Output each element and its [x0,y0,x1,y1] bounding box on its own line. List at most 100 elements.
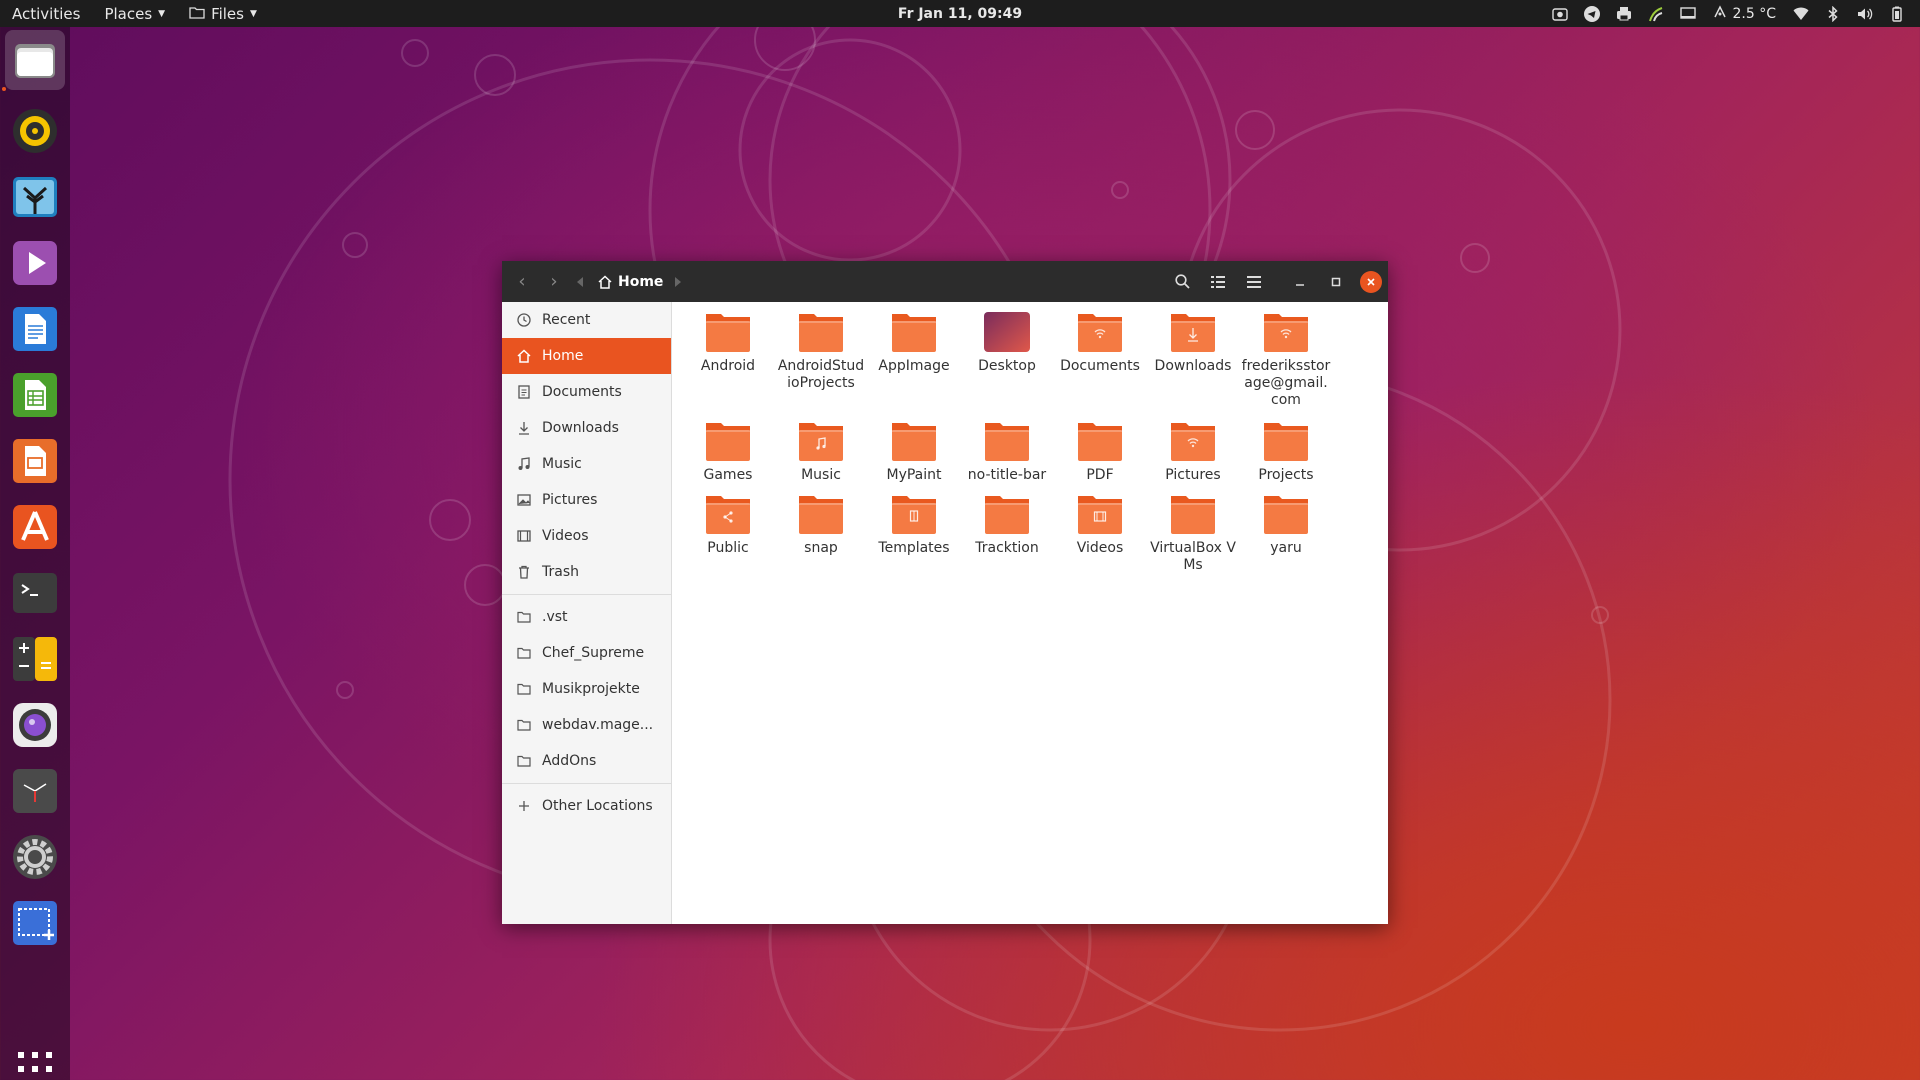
dock-shotwell[interactable] [11,173,59,221]
camera-lens-icon [13,703,57,747]
folder-icon [1168,310,1218,354]
file-item[interactable]: AndroidStudioProjects [776,310,866,392]
file-item[interactable]: yaru [1241,492,1331,557]
sidebar-item-downloads[interactable]: Downloads [502,410,671,446]
dock-software[interactable] [11,503,59,551]
file-item[interactable]: Games [683,419,773,484]
dock-calculator[interactable] [11,635,59,683]
battery-icon[interactable] [1882,0,1912,27]
dock-videos[interactable] [11,239,59,287]
file-item[interactable]: Tracktion [962,492,1052,557]
file-label: Music [801,467,841,483]
dock-writer[interactable] [11,305,59,353]
sidebar-bookmark-addons[interactable]: AddOns [502,743,671,779]
dock-calc[interactable] [11,371,59,419]
file-item[interactable]: Public [683,492,773,557]
maximize-button[interactable] [1320,266,1352,298]
file-item[interactable]: Videos [1055,492,1145,557]
file-item[interactable]: Android [683,310,773,375]
dock-screenshot-tool[interactable] [11,701,59,749]
sidebar-item-trash[interactable]: Trash [502,554,671,590]
file-item[interactable]: snap [776,492,866,557]
folder-icon [516,681,532,697]
file-grid: Android AndroidStudioProjects AppImage Desk… [673,302,1388,924]
system-tray: 2.5 °C [1545,0,1913,27]
menu-button[interactable] [1238,266,1270,298]
places-label: Places [104,4,153,23]
minimize-button[interactable] [1284,266,1316,298]
sidebar-item-music[interactable]: Music [502,446,671,482]
file-item[interactable]: Desktop [962,310,1052,375]
places-menu[interactable]: Places ▼ [92,0,177,27]
sidebar-item-label: Trash [542,564,579,580]
file-item[interactable]: Documents [1055,310,1145,375]
bluetooth-icon[interactable] [1818,0,1848,27]
sidebar-item-label: Home [542,348,584,364]
sidebar-item-label: Downloads [542,420,619,436]
folder-icon [1075,419,1125,463]
wifi-icon[interactable] [1786,0,1816,27]
folder-icon [1075,492,1125,536]
dock-files[interactable] [5,30,65,90]
settings-icon [13,835,57,879]
close-button[interactable] [1360,270,1382,293]
search-button[interactable] [1166,266,1198,298]
dock-terminal[interactable] [11,569,59,617]
forward-button[interactable]: › [538,261,570,302]
file-item[interactable]: no-title-bar [962,419,1052,484]
telegram-icon[interactable] [1577,0,1607,27]
file-label: Android [700,358,756,374]
weather-indicator[interactable]: 2.5 °C [1705,4,1785,23]
dock-impress[interactable] [11,437,59,485]
dock-screen-selector[interactable] [11,899,59,947]
sidebar-bookmark-musikprojekte[interactable]: Musikprojekte [502,671,671,707]
sidebar-item-pictures[interactable]: Pictures [502,482,671,518]
sidebar-bookmark-webdav[interactable]: webdav.mage... [502,707,671,743]
activities-button[interactable]: Activities [0,0,92,27]
file-item[interactable]: VirtualBox VMs [1148,492,1238,574]
file-item[interactable]: frederiksstorage@gmail.com [1241,310,1331,409]
files-app-menu[interactable]: Files ▼ [177,0,269,27]
file-item[interactable]: Music [776,419,866,484]
files-app-icon [15,44,55,78]
arrow-left-icon [577,276,583,287]
sidebar-item-videos[interactable]: Videos [502,518,671,554]
display-icon[interactable] [1673,0,1703,27]
sidebar-bookmark-vst[interactable]: .vst [502,599,671,635]
path-right-arrow[interactable] [663,261,693,302]
dock-clock[interactable] [11,767,59,815]
video-icon [516,528,532,544]
file-item[interactable]: AppImage [869,310,959,375]
file-item[interactable]: Projects [1241,419,1331,484]
sidebar-other-locations[interactable]: Other Locations [502,788,671,824]
calc-icon [13,373,57,417]
file-label: VirtualBox VMs [1150,540,1236,573]
sidebar-bookmark-chef-supreme[interactable]: Chef_Supreme [502,635,671,671]
sidebar-item-documents[interactable]: Documents [502,374,671,410]
path-home-button[interactable]: Home [598,274,663,290]
back-button[interactable]: ‹ [506,261,538,302]
impress-icon [13,439,57,483]
home-icon [516,348,532,364]
printer-icon[interactable] [1609,0,1639,27]
file-item[interactable]: Downloads [1148,310,1238,375]
file-label: MyPaint [886,467,942,483]
file-item[interactable]: Templates [869,492,959,557]
file-item[interactable]: MyPaint [869,419,959,484]
dock-rhythmbox[interactable] [11,107,59,155]
file-label: Documents [1060,358,1140,374]
file-label: Desktop [978,358,1036,374]
dock-settings[interactable] [11,833,59,881]
clock[interactable]: Fr Jan 11, 09:49 [886,0,1034,27]
path-left-arrow[interactable] [570,261,590,302]
screenshot-icon[interactable] [1545,0,1575,27]
signal-icon[interactable] [1641,0,1671,27]
volume-icon[interactable] [1850,0,1880,27]
sidebar-item-home[interactable]: Home [502,338,671,374]
sidebar-item-recent[interactable]: Recent [502,302,671,338]
file-item[interactable]: Pictures [1148,419,1238,484]
view-list-button[interactable] [1202,266,1234,298]
file-item[interactable]: PDF [1055,419,1145,484]
show-applications-icon[interactable] [18,1052,52,1080]
videos-icon [13,241,57,285]
